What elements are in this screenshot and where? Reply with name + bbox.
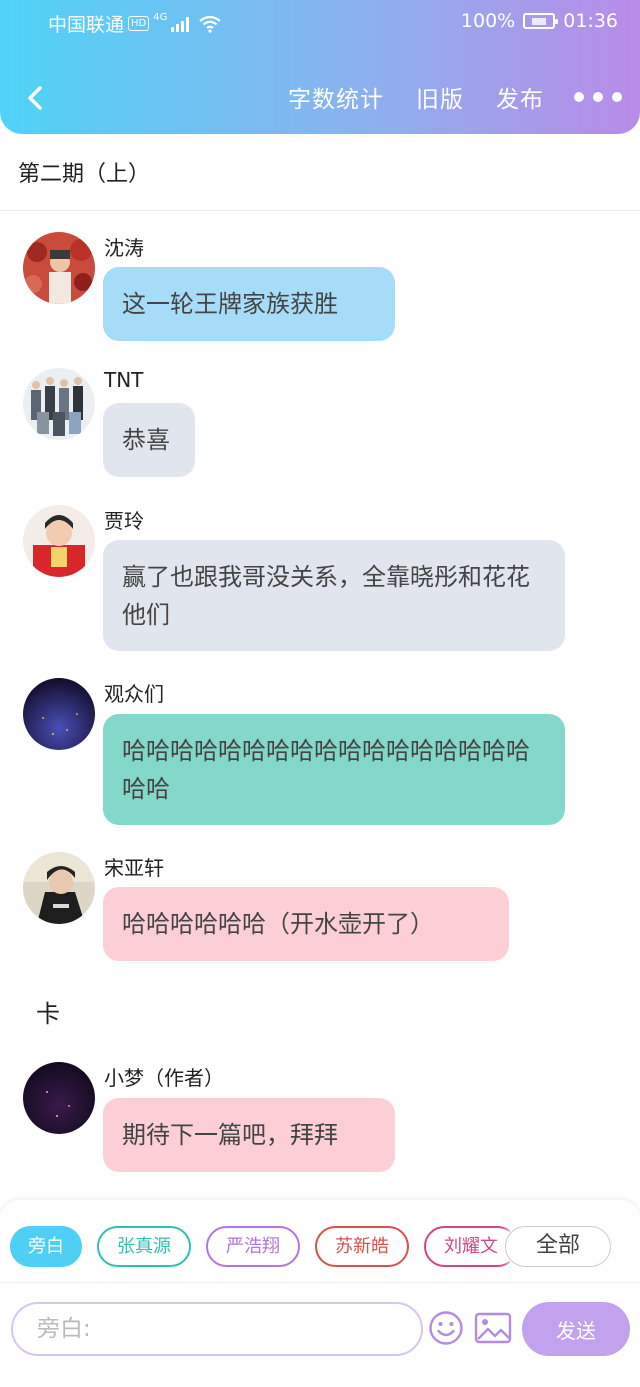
wifi-icon <box>199 15 222 33</box>
sender-name: 贾玲 <box>104 509 144 533</box>
back-arrow-icon[interactable] <box>18 78 58 118</box>
more-options-icon[interactable] <box>574 92 622 102</box>
carrier-info: 中国联通 HD 4G <box>48 10 222 37</box>
publish-button[interactable]: 发布 <box>496 80 544 114</box>
input-panel: 旁白 张真源 严浩翔 苏新皓 刘耀文 全部 发送 <box>0 1200 640 1387</box>
hd-icon: HD <box>128 16 150 31</box>
panel-divider <box>0 1282 640 1283</box>
send-button[interactable]: 发送 <box>522 1302 630 1356</box>
sender-name: 沈涛 <box>104 236 144 260</box>
old-version-button[interactable]: 旧版 <box>416 80 464 114</box>
carrier-name: 中国联通 <box>48 14 125 36</box>
emoji-icon[interactable] <box>428 1310 464 1346</box>
message-bubble[interactable]: 这一轮王牌家族获胜 <box>103 267 395 341</box>
message-bubble[interactable]: 赢了也跟我哥没关系，全靠晓彤和花花他们 <box>103 540 565 651</box>
avatar[interactable] <box>23 368 95 440</box>
avatar[interactable] <box>23 678 95 750</box>
sender-name: 观众们 <box>104 682 164 706</box>
status-bar: 中国联通 HD 4G 100% 01:36 <box>0 0 640 44</box>
network-type: 4G <box>153 12 168 23</box>
narration-text[interactable]: 卡 <box>36 994 60 1029</box>
clock: 01:36 <box>563 10 618 32</box>
message-bubble[interactable]: 哈哈哈哈哈哈哈哈哈哈哈哈哈哈哈哈哈哈哈 <box>103 714 565 825</box>
word-count-button[interactable]: 字数统计 <box>288 80 384 114</box>
message-bubble[interactable]: 恭喜 <box>103 403 195 477</box>
avatar[interactable] <box>23 505 95 577</box>
app-header: 中国联通 HD 4G 100% 01:36 字数统计 旧版 发布 <box>0 0 640 134</box>
sender-name: 宋亚轩 <box>104 856 164 880</box>
all-roles-button[interactable]: 全部 <box>505 1226 611 1267</box>
avatar[interactable] <box>23 852 95 924</box>
battery-icon <box>523 13 559 29</box>
message-input[interactable] <box>11 1302 423 1356</box>
message-bubble[interactable]: 期待下一篇吧，拜拜 <box>103 1098 395 1172</box>
role-chip[interactable]: 苏新皓 <box>315 1226 409 1267</box>
battery-percent: 100% <box>460 10 516 32</box>
signal-icon <box>171 16 190 32</box>
message-bubble[interactable]: 哈哈哈哈哈哈（开水壶开了） <box>103 887 509 961</box>
role-chip[interactable]: 严浩翔 <box>206 1226 300 1267</box>
role-chip-narration[interactable]: 旁白 <box>10 1226 82 1267</box>
title-divider <box>0 210 640 211</box>
sender-name: TNT <box>104 368 144 392</box>
top-nav: 字数统计 旧版 发布 <box>0 74 640 120</box>
chapter-title[interactable]: 第二期（上） <box>18 156 150 188</box>
nav-actions: 字数统计 旧版 发布 <box>256 80 622 114</box>
battery-area: 100% 01:36 <box>461 10 618 32</box>
role-chip-list: 旁白 张真源 严浩翔 苏新皓 刘耀文 <box>10 1226 510 1270</box>
role-chip[interactable]: 张真源 <box>97 1226 191 1267</box>
avatar[interactable] <box>23 232 95 304</box>
role-chip[interactable]: 刘耀文 <box>424 1226 510 1267</box>
image-icon[interactable] <box>474 1312 512 1344</box>
compose-row: 发送 <box>0 1300 640 1356</box>
sender-name: 小梦（作者） <box>104 1066 224 1090</box>
avatar[interactable] <box>23 1062 95 1134</box>
